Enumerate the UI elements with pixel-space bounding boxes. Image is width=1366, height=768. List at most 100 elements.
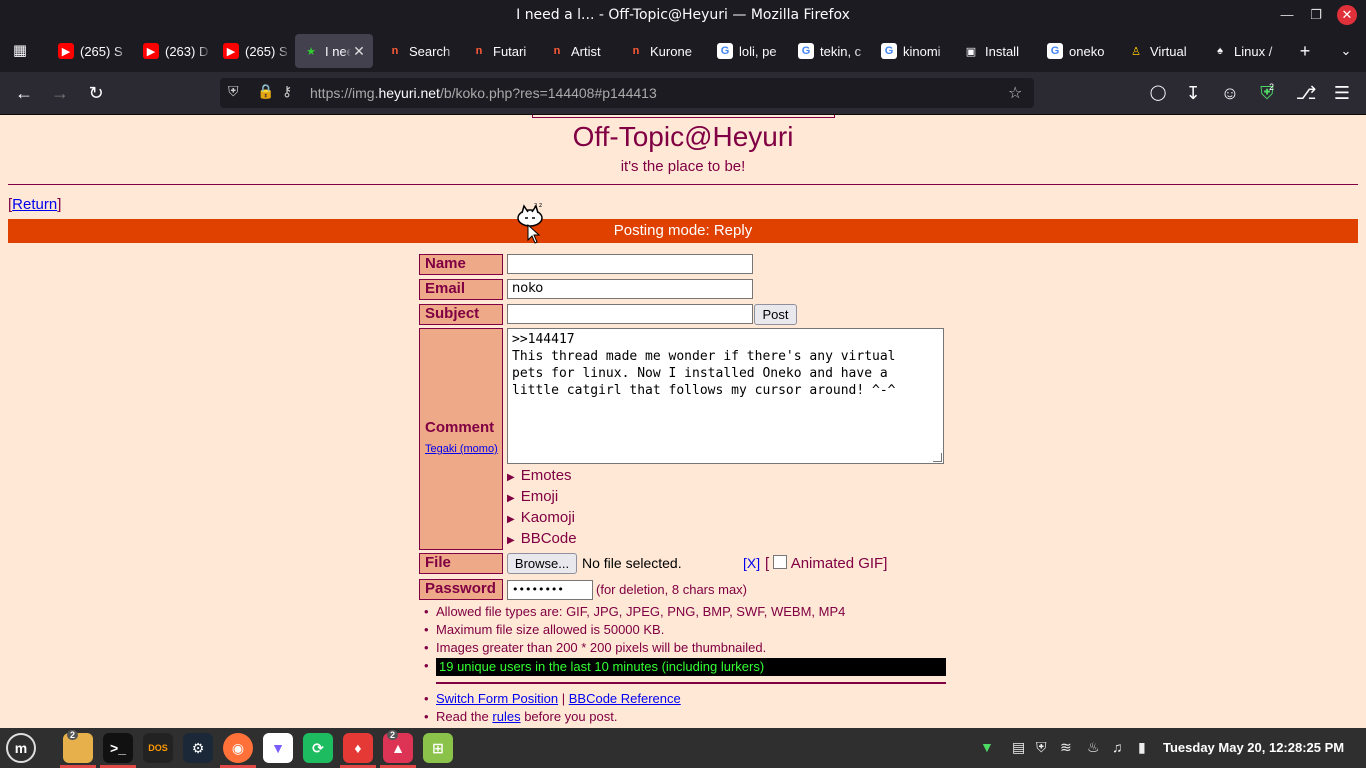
banner-bottom-edge — [532, 115, 835, 118]
resize-handle[interactable] — [933, 453, 942, 462]
browse-button[interactable]: Browse... — [507, 553, 577, 574]
divider — [436, 682, 946, 684]
subject-input[interactable] — [507, 304, 753, 324]
url-bar[interactable]: ⛨ 🔒 ⚷ https://img.heyuri.net/b/koko.php?… — [220, 78, 1034, 108]
clock[interactable]: Tuesday May 20, 12:28:25 PM — [1163, 740, 1344, 755]
return-nav: [Return] — [8, 196, 62, 213]
browser-tab[interactable]: ▶ (265) S — [215, 34, 291, 68]
post-button[interactable]: Post — [754, 304, 797, 325]
browser-tab[interactable]: Gtekin, c — [790, 34, 870, 68]
photos-badge: 2 — [387, 730, 399, 740]
email-input[interactable]: noko — [507, 279, 753, 299]
forward-icon[interactable]: → — [48, 82, 72, 104]
divider — [8, 184, 1358, 185]
browser-tab[interactable]: ★ I need✕ — [295, 34, 373, 68]
mint-menu-icon[interactable]: m — [6, 733, 36, 763]
files-badge: 2 — [67, 730, 79, 740]
window-titlebar: I need a l... - Off-Topic@Heyuri — Mozil… — [0, 0, 1366, 30]
animated-gif-checkbox[interactable] — [773, 555, 788, 569]
ublock-icon[interactable]: ⛨ 2 — [1255, 82, 1279, 104]
clear-file-link[interactable]: [X] — [743, 555, 760, 571]
photos-icon[interactable]: ▲ 2 — [383, 730, 413, 763]
browser-tab[interactable]: Goneko — [1039, 34, 1117, 68]
close-window-icon[interactable]: ✕ — [1337, 5, 1357, 25]
email-label: Email — [419, 279, 503, 300]
bbcode-reference-link[interactable]: BBCode Reference — [569, 691, 681, 706]
firefox-icon[interactable]: ◉ — [223, 733, 253, 763]
comment-line: >>144417 — [512, 332, 575, 347]
rules-link[interactable]: rules — [492, 709, 520, 724]
extensions-icon[interactable]: ⎇ — [1294, 82, 1318, 104]
animated-gif-label: Animated GIF — [790, 555, 884, 572]
reload-icon[interactable]: ↻ — [84, 82, 108, 104]
bookmark-star-icon[interactable]: ☆ — [1008, 83, 1022, 103]
shield-tray-icon[interactable]: ⛨ — [1036, 739, 1047, 756]
battery-tray-icon[interactable]: ▮ — [1138, 739, 1146, 756]
browser-tab[interactable]: ▶ (265) S — [50, 34, 130, 68]
bbcode-toggle[interactable]: ▶ BBCode — [507, 530, 577, 547]
vpn-tray-icon[interactable]: ▼ — [980, 739, 994, 755]
browser-tab[interactable]: n Search — [379, 34, 459, 68]
emoji-toggle[interactable]: ▶ Emoji — [507, 488, 558, 505]
linux-icon: ♠ — [1217, 45, 1223, 57]
emotes-toggle[interactable]: ▶ Emotes — [507, 467, 572, 484]
browser-tab[interactable]: n Kurone — [620, 34, 705, 68]
tab-label: Artist — [571, 43, 601, 59]
sync-app-icon[interactable]: ⟳ — [303, 733, 333, 763]
extension-badge: 2 — [1269, 82, 1275, 92]
back-icon[interactable]: ← — [12, 82, 36, 104]
tab-label: (265) S — [245, 43, 288, 59]
shield-icon[interactable]: ⛨ — [228, 83, 239, 100]
browser-tab[interactable]: ▣ Install — [955, 34, 1035, 68]
lock-icon[interactable]: 🔒 — [257, 83, 274, 100]
account-icon[interactable]: ☺ — [1218, 82, 1242, 104]
browser-tab[interactable]: Gkinomi — [873, 34, 951, 68]
close-tab-icon[interactable]: ✕ — [351, 43, 367, 60]
kaomoji-toggle[interactable]: ▶ Kaomoji — [507, 509, 575, 526]
anki-icon[interactable]: ♦ — [343, 733, 373, 763]
name-label: Name — [419, 254, 503, 275]
new-tab-icon[interactable]: + — [1293, 40, 1317, 62]
tab-bar: ▦ ▶ (265) S ▶ (263) D ▶ (265) S ★ I need✕ n Searc… — [0, 30, 1366, 72]
key-icon[interactable]: ⚷ — [282, 83, 292, 100]
url-text[interactable]: https://img.heyuri.net/b/koko.php?res=14… — [310, 85, 657, 101]
heyuri-icon: n — [553, 45, 561, 57]
svg-text:z z: z z — [534, 202, 542, 209]
rule-file-types: Allowed file types are: GIF, JPG, JPEG, … — [424, 604, 845, 619]
tab-label: tekin, c — [820, 43, 862, 59]
notifications-tray-icon[interactable]: ♨ — [1087, 739, 1100, 756]
unique-users-stat: 19 unique users in the last 10 minutes (… — [436, 658, 946, 676]
comment-textarea[interactable]: >>144417 This thread made me wonder if th… — [507, 328, 944, 464]
maximize-icon[interactable]: ❐ — [1306, 5, 1326, 25]
tegaki-link[interactable]: Tegaki (momo) — [425, 443, 498, 455]
google-icon: G — [1047, 43, 1063, 59]
browser-tab[interactable]: ▶ (263) D — [135, 34, 211, 68]
firefox-view-icon[interactable]: ▦ — [8, 40, 32, 62]
browser-tab[interactable]: n Futari — [463, 34, 538, 68]
clipboard-tray-icon[interactable]: ▤ — [1012, 739, 1025, 756]
menu-icon[interactable]: ☰ — [1330, 82, 1354, 104]
return-link[interactable]: Return — [12, 196, 57, 213]
browser-tab[interactable]: n Artist — [541, 34, 617, 68]
minimize-icon[interactable]: — — [1277, 5, 1297, 25]
files-icon[interactable]: 2 — [63, 730, 93, 763]
calculator-icon[interactable]: ⊞ — [423, 733, 453, 763]
heyuri-icon: n — [632, 45, 640, 57]
network-tray-icon[interactable]: ≋ — [1060, 739, 1072, 756]
page-content: Off-Topic@Heyuri it's the place to be! [… — [0, 115, 1366, 728]
pocket-icon[interactable]: ◯ — [1146, 82, 1170, 104]
downloads-icon[interactable]: ↧ — [1181, 82, 1205, 104]
browser-tab[interactable]: ♠ Linux / — [1204, 34, 1284, 68]
list-tabs-icon[interactable]: ⌄ — [1334, 40, 1358, 62]
switch-form-link[interactable]: Switch Form Position — [436, 691, 558, 706]
proton-vpn-icon[interactable]: ▼ — [263, 733, 293, 763]
terminal-icon[interactable]: >_ — [103, 733, 133, 763]
password-input[interactable]: •••••••• — [507, 580, 593, 600]
password-hint: (for deletion, 8 chars max) — [596, 582, 748, 597]
steam-icon[interactable]: ⚙ — [183, 733, 213, 763]
name-input[interactable] — [507, 254, 753, 274]
dosbox-icon[interactable]: DOS — [143, 733, 173, 763]
browser-tab[interactable]: Gloli, pe — [709, 34, 787, 68]
media-tray-icon[interactable]: ♫ — [1112, 739, 1123, 755]
browser-tab[interactable]: ♙ Virtual — [1120, 34, 1200, 68]
